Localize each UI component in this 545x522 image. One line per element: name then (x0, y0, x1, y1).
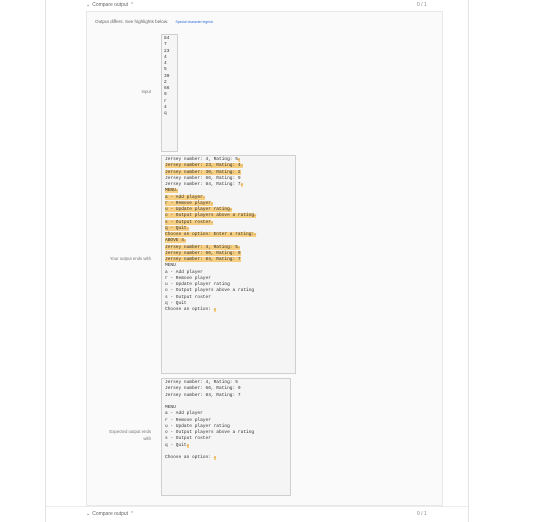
output-line-text: Choose an option: (165, 455, 214, 460)
compare-output-label: Compare output (92, 511, 129, 517)
output-line-text: Choose an option: (165, 307, 214, 312)
output-line-text: q - Quit (165, 442, 187, 448)
output-line-text: Jersey number: 30, Rating: 2 (165, 169, 241, 175)
output-line-text: o - Output players above a rating (165, 213, 255, 219)
output-line-text: u - Update player rating (165, 207, 230, 212)
output-line-text: Jersey number: 66, Rating: 9 (165, 386, 241, 392)
compare-output-toggle[interactable]: ⌄ Compare output ⌃ (86, 2, 134, 8)
newline-marker-icon: ↵ (210, 201, 214, 206)
newline-marker-icon: ↵ (183, 239, 187, 244)
output-line-text: Jersey number: 66, Rating: 9 (165, 250, 241, 256)
output-line-text: r - Remove player (165, 275, 211, 281)
chevron-down-icon: ⌄ (86, 511, 91, 517)
input-line: q (164, 111, 167, 116)
compare-output-toggle-bottom[interactable]: ⌄ Compare output ⌃ (86, 511, 134, 517)
output-line-text: u - Update player rating (165, 282, 230, 287)
newline-marker-icon: ↵ (202, 195, 205, 200)
output-line-text: Jersey number: 4, Rating: 5 (165, 244, 238, 250)
input-label: Input (141, 89, 151, 94)
output-line: Choose an option: ↵ (165, 455, 290, 461)
score: 0 / 1 (417, 511, 427, 517)
output-line-text: MENU (165, 188, 176, 194)
newline-marker-icon: ↵ (229, 208, 232, 212)
newline-marker-icon: ↵ (213, 456, 216, 460)
compare-output-label: Compare output (92, 2, 129, 8)
output-line-text: s - Output roster (165, 436, 211, 442)
output-line-text: r - Remove player (165, 200, 211, 206)
output-line-text: MENU (165, 405, 176, 410)
newline-marker-icon: ↵ (240, 183, 243, 187)
special-character-legend-link[interactable]: Special character legend (176, 20, 213, 24)
input-box: 84 7 23 4 4 5 30 2 66 9 r 4 q (161, 34, 178, 152)
score: 0 / 1 (417, 2, 427, 8)
output-line-text: s - Output roster (165, 219, 211, 225)
output-line-text: r - Remove player (165, 417, 211, 423)
output-line-text: o - Output players above a rating (165, 430, 255, 435)
output-line-text: ABOVE 4 (165, 238, 184, 244)
your-output-box: Jersey number: 4, Rating: 5↵ Jersey numbe… (161, 155, 296, 374)
chevron-down-icon: ⌄ (86, 2, 91, 8)
divider (46, 506, 468, 507)
newline-marker-icon: ↵ (240, 164, 243, 169)
output-line-text: s - Output roster (165, 294, 211, 300)
output-line-text: o - Output players above a rating (165, 288, 255, 294)
output-line-text: q - Quit (165, 225, 187, 231)
output-line-text: MENU (165, 263, 176, 269)
newline-marker-icon: ↵ (237, 158, 241, 162)
output-line-text: Jersey number: 4, Rating: 5 (165, 380, 238, 385)
output-line: Choose an option: ↵ (165, 307, 295, 313)
status-message: Output differs. See highlights below. Sp… (95, 19, 213, 24)
output-line-text: Jersey number: 84, Rating: 7 (165, 257, 241, 262)
output-line-text: a - Add player (165, 194, 203, 200)
output-line-text: q - Quit (165, 300, 187, 306)
newline-marker-icon: ↵ (210, 220, 214, 225)
output-line-text: u - Update player rating (165, 423, 230, 429)
newline-marker-icon: ↵ (254, 214, 257, 219)
output-line-text: Choose an option: Enter a rating: (165, 232, 255, 237)
newline-marker-icon: ↵ (186, 226, 189, 231)
newline-marker-icon: ↵ (213, 308, 216, 312)
compare-output-panel: ⌄ Compare output ⌃ 0 / 1 Output differs.… (45, 0, 469, 522)
status-text: Output differs. See highlights below. (95, 19, 169, 24)
expected-output-box: Jersey number: 4, Rating: 5 Jersey number… (161, 378, 291, 496)
your-output-label: Your output ends with (109, 256, 151, 261)
newline-marker-icon: ↵ (237, 245, 241, 250)
output-line-text: Jersey number: 84, Rating: 7 (165, 392, 241, 398)
output-line-text: Jersey number: 4, Rating: 5 (165, 157, 238, 162)
chevron-up-icon: ⌃ (130, 511, 135, 517)
chevron-up-icon: ⌃ (130, 2, 135, 8)
output-line-text: Jersey number: 23, Rating: 4 (165, 163, 241, 169)
output-line-text: Jersey number: 84, Rating: 7 (165, 182, 241, 187)
newline-marker-icon: ↵ (186, 443, 189, 448)
newline-marker-icon: ↵ (175, 189, 178, 194)
newline-marker-icon: ↵ (254, 233, 257, 237)
expected-output-label: Expected output ends with (109, 429, 151, 441)
comparison-area: Output differs. See highlights below. Sp… (86, 11, 443, 506)
output-line-text: a - Add player (165, 411, 203, 417)
output-line-text: Jersey number: 66, Rating: 9 (165, 175, 241, 181)
output-line-text: a - Add player (165, 269, 203, 275)
